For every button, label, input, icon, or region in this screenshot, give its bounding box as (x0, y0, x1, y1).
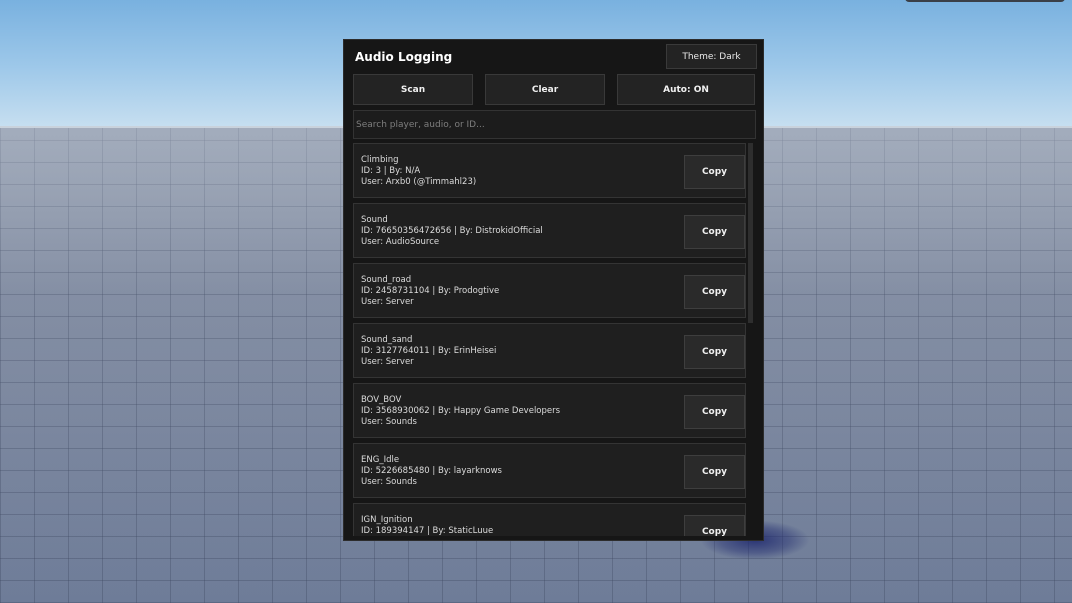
theme-toggle-button[interactable]: Theme: Dark (666, 44, 757, 69)
list-scrollbar[interactable] (748, 143, 753, 323)
entry-name: Climbing (361, 155, 399, 165)
copy-button[interactable]: Copy (684, 335, 745, 369)
entry-details: ID: 76650356472656 | By: DistrokidOffici… (361, 226, 543, 236)
copy-button[interactable]: Copy (684, 215, 745, 249)
list-item: Sound_sand ID: 3127764011 | By: ErinHeis… (353, 323, 746, 378)
entry-name: Sound_road (361, 275, 412, 285)
list-item: IGN_Ignition ID: 189394147 | By: StaticL… (353, 503, 746, 536)
scan-button[interactable]: Scan (353, 74, 473, 105)
entry-user: User: Arxb0 (@Timmahl23) (361, 177, 477, 187)
entry-info: ENG_Idle ID: 5226685480 | By: layarknows… (361, 455, 502, 488)
entry-info: Sound_road ID: 2458731104 | By: Prodogti… (361, 275, 499, 308)
entry-name: ENG_Idle (361, 455, 400, 465)
entry-name: Sound (361, 215, 388, 225)
entry-info: BOV_BOV ID: 3568930062 | By: Happy Game … (361, 395, 560, 428)
entry-user: User: Server (361, 297, 414, 307)
entry-user: User: Sounds (361, 477, 417, 487)
audio-log-list[interactable]: Climbing ID: 3 | By: N/A User: Arxb0 (@T… (353, 143, 755, 536)
entry-details: ID: 189394147 | By: StaticLuue (361, 526, 494, 536)
entry-details: ID: 2458731104 | By: Prodogtive (361, 286, 500, 296)
entry-details: ID: 3127764011 | By: ErinHeisei (361, 346, 497, 356)
entry-name: Sound_sand (361, 335, 413, 345)
entry-info: IGN_Ignition ID: 189394147 | By: StaticL… (361, 515, 493, 536)
entry-details: ID: 3568930062 | By: Happy Game Develope… (361, 406, 561, 416)
list-item: Sound_road ID: 2458731104 | By: Prodogti… (353, 263, 746, 318)
list-item: Climbing ID: 3 | By: N/A User: Arxb0 (@T… (353, 143, 746, 198)
copy-button[interactable]: Copy (684, 515, 745, 536)
entry-user: User: AudioSource (361, 237, 440, 247)
list-item: ENG_Idle ID: 5226685480 | By: layarknows… (353, 443, 746, 498)
copy-button[interactable]: Copy (684, 395, 745, 429)
audio-logging-panel: Audio Logging Theme: Dark Scan Clear Aut… (343, 39, 764, 541)
entry-user: User: Server (361, 357, 414, 367)
copy-button[interactable]: Copy (684, 455, 745, 489)
entry-info: Sound ID: 76650356472656 | By: Distrokid… (361, 215, 543, 248)
copy-button[interactable]: Copy (684, 275, 745, 309)
entry-info: Climbing ID: 3 | By: N/A User: Arxb0 (@T… (361, 155, 476, 188)
top-right-bar (905, 0, 1065, 2)
entry-name: IGN_Ignition (361, 515, 413, 525)
panel-title: Audio Logging (355, 50, 453, 64)
entry-name: BOV_BOV (361, 395, 402, 405)
entry-details: ID: 3 | By: N/A (361, 166, 421, 176)
clear-button[interactable]: Clear (485, 74, 605, 105)
list-item: Sound ID: 76650356472656 | By: Distrokid… (353, 203, 746, 258)
search-input[interactable] (353, 110, 756, 139)
auto-toggle-button[interactable]: Auto: ON (617, 74, 755, 105)
entry-details: ID: 5226685480 | By: layarknows (361, 466, 502, 476)
entry-info: Sound_sand ID: 3127764011 | By: ErinHeis… (361, 335, 496, 368)
game-viewport: Audio Logging Theme: Dark Scan Clear Aut… (0, 0, 1072, 603)
copy-button[interactable]: Copy (684, 155, 745, 189)
entry-user: User: Sounds (361, 417, 417, 427)
list-item: BOV_BOV ID: 3568930062 | By: Happy Game … (353, 383, 746, 438)
